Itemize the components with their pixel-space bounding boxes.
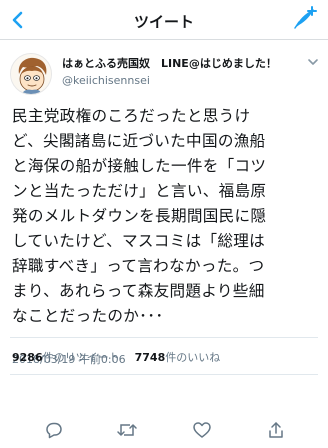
chevron-down-icon [308, 59, 318, 65]
retweet-button[interactable] [115, 418, 139, 442]
engagement-stats: 9286件のリツイート 7748件のいいね [12, 349, 220, 365]
retweet-count-link[interactable]: 9286件のリツイート [12, 351, 120, 364]
compose-tweet-button[interactable] [290, 4, 320, 34]
avatar[interactable] [10, 53, 52, 95]
user-display-name[interactable]: はぁとふる売国奴 LINE@はじめました！ [62, 55, 277, 71]
divider [10, 337, 318, 338]
tweet-text: 民主党政権のころだったと思うけ ど、尖閣諸島に近づいた中国の漁船 と海保の船が接… [12, 107, 267, 325]
share-icon [269, 422, 283, 438]
cartoon-face-icon [11, 54, 51, 94]
user-handle[interactable]: @keiichisennsei [62, 74, 150, 87]
retweet-count-label: 件のリツイート [42, 351, 120, 364]
like-button[interactable] [190, 418, 214, 442]
like-count-label: 件のいいね [165, 351, 221, 364]
like-icon [193, 422, 211, 438]
tweet-action-bar [0, 412, 328, 448]
reply-icon [46, 422, 62, 439]
compose-tweet-icon [294, 6, 317, 29]
retweet-icon [117, 424, 137, 436]
top-bar: ツイート [0, 0, 328, 40]
page-title: ツイート [133, 13, 194, 31]
reply-button[interactable] [42, 418, 66, 442]
like-count-link[interactable]: 7748件のいいね [135, 351, 221, 364]
tweet-menu-button[interactable] [306, 54, 320, 68]
retweet-count: 9286 [12, 351, 43, 364]
like-count: 7748 [134, 351, 166, 364]
divider [10, 374, 318, 375]
share-button[interactable] [264, 418, 288, 442]
